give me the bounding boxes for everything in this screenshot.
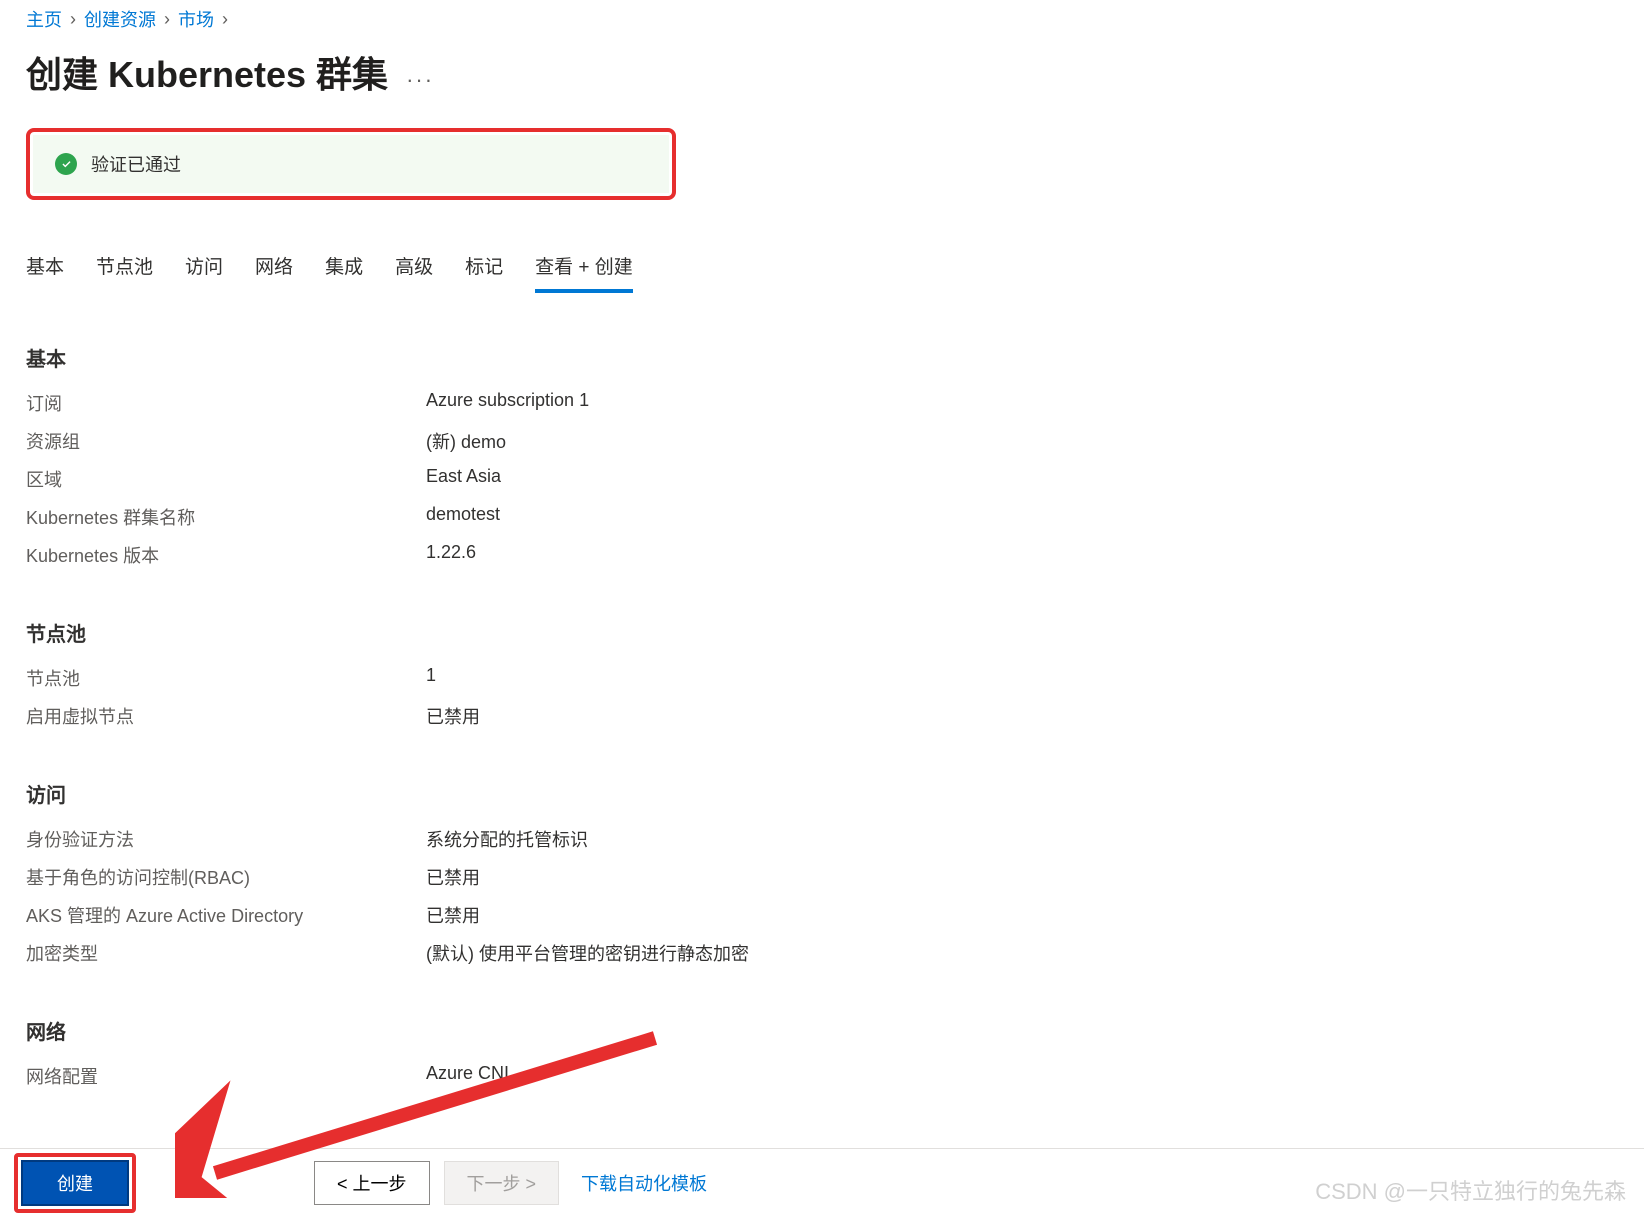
create-button-highlight: 创建 <box>14 1153 136 1213</box>
tab-network[interactable]: 网络 <box>255 252 293 293</box>
row-resource-group: 资源组 (新) demo <box>26 428 1618 454</box>
breadcrumb-home[interactable]: 主页 <box>26 6 62 32</box>
validation-highlight: 验证已通过 <box>26 128 676 200</box>
row-nodepool-count: 节点池 1 <box>26 665 1618 691</box>
row-cluster-name: Kubernetes 群集名称 demotest <box>26 504 1618 530</box>
tab-advanced[interactable]: 高级 <box>395 252 433 293</box>
row-virtual-nodes: 启用虚拟节点 已禁用 <box>26 703 1618 729</box>
section-basic: 基本 订阅 Azure subscription 1 资源组 (新) demo … <box>26 343 1618 568</box>
section-title-network: 网络 <box>26 1016 1618 1045</box>
label-k8s-version: Kubernetes 版本 <box>26 542 426 568</box>
row-k8s-version: Kubernetes 版本 1.22.6 <box>26 542 1618 568</box>
label-network-config: 网络配置 <box>26 1063 426 1089</box>
section-nodepool: 节点池 节点池 1 启用虚拟节点 已禁用 <box>26 618 1618 729</box>
label-aad: AKS 管理的 Azure Active Directory <box>26 902 426 928</box>
label-cluster-name: Kubernetes 群集名称 <box>26 504 426 530</box>
row-subscription: 订阅 Azure subscription 1 <box>26 390 1618 416</box>
value-resource-group: (新) demo <box>426 428 506 454</box>
create-button[interactable]: 创建 <box>21 1160 129 1206</box>
label-virtual-nodes: 启用虚拟节点 <box>26 703 426 729</box>
value-network-config: Azure CNI <box>426 1063 509 1089</box>
row-rbac: 基于角色的访问控制(RBAC) 已禁用 <box>26 864 1618 890</box>
value-subscription: Azure subscription 1 <box>426 390 589 416</box>
check-circle-icon <box>55 153 77 175</box>
row-region: 区域 East Asia <box>26 466 1618 492</box>
tab-access[interactable]: 访问 <box>185 252 223 293</box>
value-rbac: 已禁用 <box>426 864 480 890</box>
value-nodepool-count: 1 <box>426 665 436 691</box>
row-aad: AKS 管理的 Azure Active Directory 已禁用 <box>26 902 1618 928</box>
breadcrumb: 主页 › 创建资源 › 市场 › <box>26 0 1618 32</box>
section-title-access: 访问 <box>26 779 1618 808</box>
previous-button[interactable]: < 上一步 <box>314 1161 430 1205</box>
breadcrumb-create-resource[interactable]: 创建资源 <box>84 6 156 32</box>
tab-basic[interactable]: 基本 <box>26 252 64 293</box>
section-title-nodepool: 节点池 <box>26 618 1618 647</box>
validation-text: 验证已通过 <box>91 151 181 177</box>
label-region: 区域 <box>26 466 426 492</box>
row-encryption: 加密类型 (默认) 使用平台管理的密钥进行静态加密 <box>26 940 1618 966</box>
download-template-link[interactable]: 下载自动化模板 <box>581 1170 707 1196</box>
section-network: 网络 网络配置 Azure CNI <box>26 1016 1618 1089</box>
chevron-right-icon: › <box>164 9 170 30</box>
value-aad: 已禁用 <box>426 902 480 928</box>
label-resource-group: 资源组 <box>26 428 426 454</box>
tabs: 基本 节点池 访问 网络 集成 高级 标记 查看 + 创建 <box>26 252 1618 293</box>
label-rbac: 基于角色的访问控制(RBAC) <box>26 864 426 890</box>
label-subscription: 订阅 <box>26 390 426 416</box>
section-access: 访问 身份验证方法 系统分配的托管标识 基于角色的访问控制(RBAC) 已禁用 … <box>26 779 1618 966</box>
breadcrumb-marketplace[interactable]: 市场 <box>178 6 214 32</box>
chevron-right-icon: › <box>70 9 76 30</box>
row-network-config: 网络配置 Azure CNI <box>26 1063 1618 1089</box>
label-nodepool-count: 节点池 <box>26 665 426 691</box>
tab-review-create[interactable]: 查看 + 创建 <box>535 252 633 293</box>
tab-nodepool[interactable]: 节点池 <box>96 252 153 293</box>
value-region: East Asia <box>426 466 501 492</box>
more-actions-icon[interactable]: ··· <box>406 67 434 93</box>
value-k8s-version: 1.22.6 <box>426 542 476 568</box>
tab-tags[interactable]: 标记 <box>465 252 503 293</box>
tab-integration[interactable]: 集成 <box>325 252 363 293</box>
value-auth-method: 系统分配的托管标识 <box>426 826 588 852</box>
row-auth-method: 身份验证方法 系统分配的托管标识 <box>26 826 1618 852</box>
chevron-right-icon: › <box>222 9 228 30</box>
validation-banner: 验证已通过 <box>33 135 669 193</box>
value-virtual-nodes: 已禁用 <box>426 703 480 729</box>
next-button: 下一步 > <box>444 1161 560 1205</box>
label-encryption: 加密类型 <box>26 940 426 966</box>
section-title-basic: 基本 <box>26 343 1618 372</box>
label-auth-method: 身份验证方法 <box>26 826 426 852</box>
value-cluster-name: demotest <box>426 504 500 530</box>
value-encryption: (默认) 使用平台管理的密钥进行静态加密 <box>426 940 749 966</box>
footer: 创建 < 上一步 下一步 > 下载自动化模板 <box>0 1148 1644 1216</box>
page-title: 创建 Kubernetes 群集 <box>26 46 388 98</box>
